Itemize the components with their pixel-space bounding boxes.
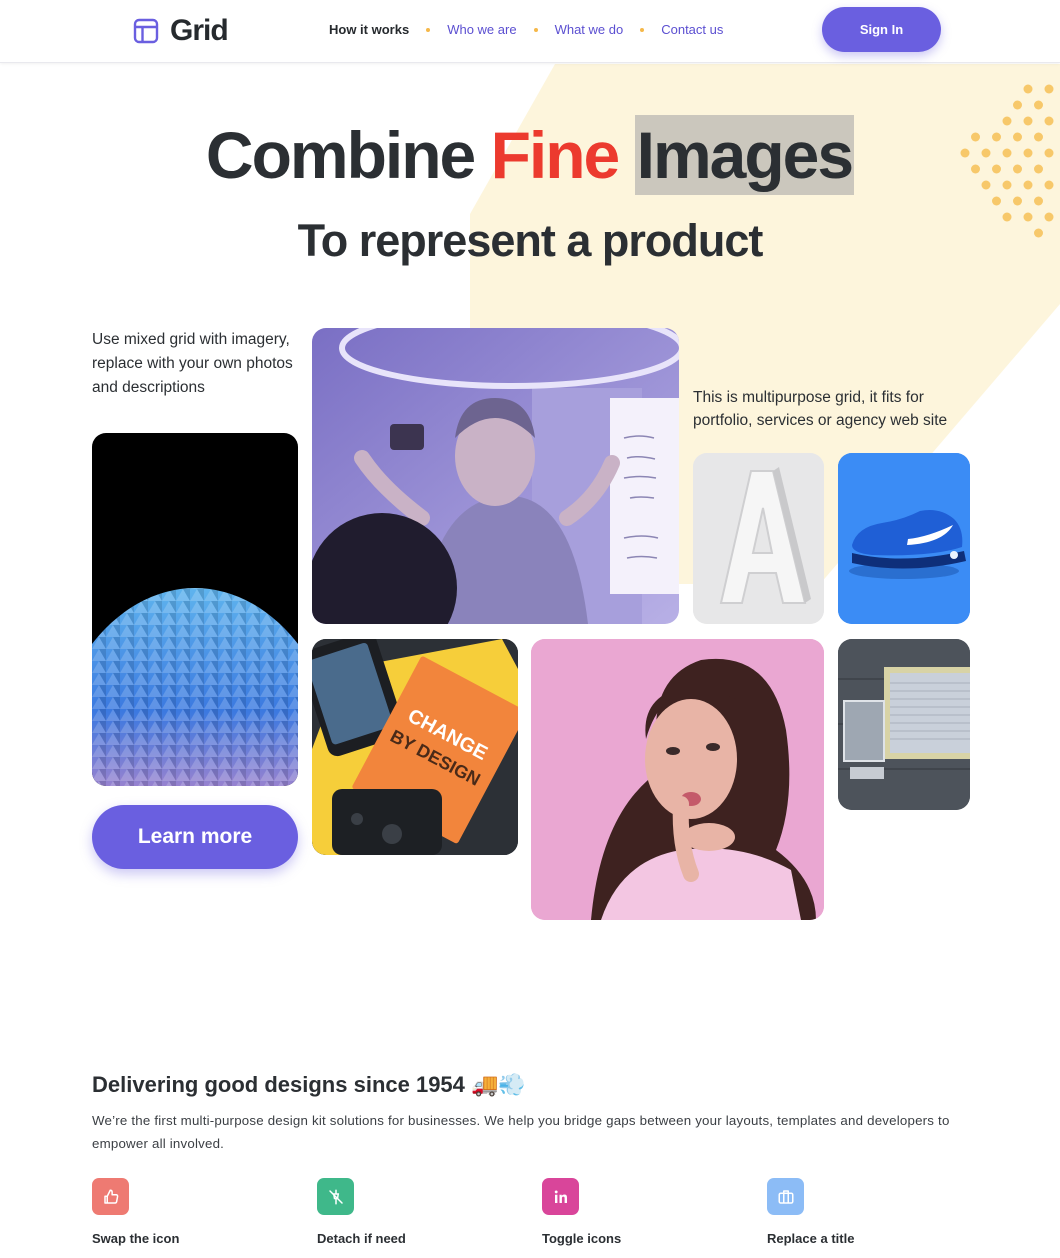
top-navbar: Grid How it works Who we are What we do … [0, 0, 1060, 63]
decorative-dot [1013, 100, 1022, 110]
nav-separator-dot [533, 27, 538, 32]
presenter-photo [312, 328, 679, 624]
decorative-dot [1034, 196, 1043, 206]
decorative-dot [1023, 84, 1033, 94]
letter-a-photo [693, 453, 824, 624]
decorative-dot [1034, 100, 1043, 110]
nav-separator-dot [426, 27, 431, 32]
feature-label: Replace a title [767, 1231, 855, 1246]
dome-photo [92, 433, 298, 786]
building-window-photo [838, 639, 970, 810]
hero-title: Combine Fine Images [0, 115, 1060, 195]
decorative-dot [1044, 84, 1054, 94]
feature-label: Toggle icons [542, 1231, 622, 1246]
book-photo: CHANGE BY DESIGN [312, 639, 518, 855]
feature-swap-icon: Swap the icon [92, 1178, 292, 1246]
nav-who-we-are[interactable]: Who we are [447, 22, 516, 37]
hero-title-word-fine: Fine [484, 115, 622, 195]
logo-text: Grid [170, 14, 229, 47]
logo[interactable]: Grid [133, 14, 229, 48]
grid-description-right: This is multipurpose grid, it fits for p… [693, 389, 948, 429]
feature-replace-title: Replace a title [767, 1178, 967, 1246]
briefcase-icon [767, 1178, 804, 1215]
nav-how-it-works[interactable]: How it works [329, 22, 409, 37]
detach-icon [317, 1178, 354, 1215]
grid-description-left: Use mixed grid with imagery, replace wit… [92, 331, 293, 396]
sign-in-button[interactable]: Sign In [822, 7, 941, 52]
layout-icon [133, 18, 159, 44]
hero-subtitle: To represent a product [297, 215, 764, 266]
learn-more-button[interactable]: Learn more [92, 805, 298, 869]
sneaker-photo [838, 453, 970, 624]
section-title: Delivering good designs since 1954 🚚💨 [92, 1072, 526, 1097]
decorative-dot [1013, 196, 1022, 206]
feature-toggle-icons: Toggle icons [542, 1178, 742, 1246]
woman-portrait-photo [531, 639, 824, 920]
feature-label: Detach if need [317, 1231, 406, 1246]
feature-label: Swap the icon [92, 1231, 180, 1246]
main-nav: How it works Who we are What we do Conta… [329, 22, 723, 37]
thumbs-up-icon [92, 1178, 129, 1215]
feature-detach: Detach if need [317, 1178, 517, 1246]
decorative-dot [992, 196, 1001, 206]
hero-title-word-combine: Combine [205, 118, 476, 192]
section-description: We’re the first multi-purpose design kit… [92, 1113, 950, 1151]
linkedin-icon [542, 1178, 579, 1215]
hero-title-word-images: Images [634, 115, 854, 195]
nav-what-we-do[interactable]: What we do [555, 22, 624, 37]
nav-separator-dot [640, 27, 645, 32]
nav-contact-us[interactable]: Contact us [661, 22, 723, 37]
